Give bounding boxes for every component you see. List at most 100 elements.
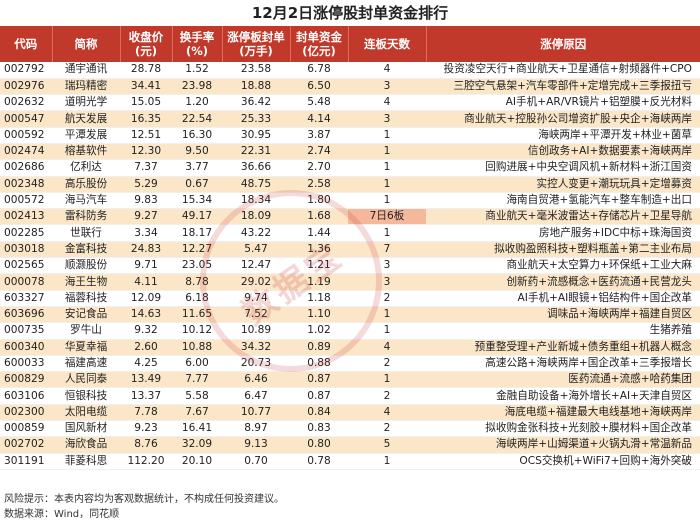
limit-up-reason-cell: 商业航天+毫米波雷达+存储芯片+卫星导航 [426, 208, 700, 226]
consecutive-days-cell: 1 [348, 453, 426, 470]
seal-funds-cell: 0.78 [290, 453, 348, 470]
stock-name-cell: 道明光学 [52, 94, 120, 112]
limit-up-reason-cell: AI手机+AR/VR镜片+铝塑膜+反光材料 [426, 94, 700, 112]
seal-funds-cell: 1.02 [290, 322, 348, 340]
consecutive-days-cell: 3 [348, 110, 426, 128]
stock-name-cell: 顺灏股份 [52, 257, 120, 275]
turnover-rate-cell: 49.17 [172, 208, 222, 226]
turnover-rate-cell: 15.34 [172, 192, 222, 210]
limit-up-reason-cell: 拟收购盈照科技+塑料瓶盖+第二主业布局 [426, 241, 700, 259]
stock-code-cell: 603696 [0, 306, 52, 324]
seal-funds-cell: 1.44 [290, 224, 348, 242]
consecutive-days-cell: 2 [348, 290, 426, 307]
turnover-rate-cell: 23.05 [172, 257, 222, 275]
seal-volume-cell: 8.97 [222, 420, 290, 438]
stock-name-cell: 福蓉科技 [52, 290, 120, 307]
seal-volume-cell: 6.47 [222, 387, 290, 405]
table-row: 600033 福建高速 4.25 6.00 20.73 0.88 2 高速公路+海峡两岸+国企… [0, 355, 700, 373]
seal-funds-cell: 0.89 [290, 339, 348, 356]
close-price-cell: 2.60 [120, 339, 172, 356]
table-row: 002565 顺灏股份 9.71 23.05 12.47 1.21 3 商业航天+太空算力+环… [0, 257, 700, 275]
seal-funds-cell: 0.87 [290, 371, 348, 389]
stock-code-cell: 002632 [0, 94, 52, 112]
consecutive-days-cell: 1 [348, 127, 426, 144]
column-header: 代码 [0, 26, 53, 62]
consecutive-days-cell: 5 [348, 436, 426, 454]
risk-disclaimer: 风险提示：本表内容均为客观数据统计，不构成任何投资建议。 [4, 494, 284, 505]
seal-funds-cell: 1.18 [290, 290, 348, 307]
turnover-rate-cell: 1.52 [172, 62, 222, 79]
column-header: 收盘价 (元) [120, 26, 173, 62]
limit-up-reason-cell: OCS交换机+WiFi7+回购+海外突破 [426, 453, 700, 470]
stock-name-cell: 平潭发展 [52, 127, 120, 144]
table-row: 002413 雷科防务 9.27 49.17 18.09 1.68 7日6板 商业航天+毫米波… [0, 208, 700, 226]
data-source: 数据来源：Wind，同花顺 [4, 509, 120, 520]
seal-volume-cell: 30.95 [222, 127, 290, 144]
close-price-cell: 12.09 [120, 290, 172, 307]
stock-code-cell: 000735 [0, 322, 52, 340]
seal-volume-cell: 22.31 [222, 143, 290, 161]
consecutive-days-cell: 3 [348, 273, 426, 291]
stock-name-cell: 海王生物 [52, 273, 120, 291]
limit-up-reason-cell: 投资凌空天行+商业航天+卫星通信+射频器件+CPO [426, 62, 700, 79]
table-row: 603327 福蓉科技 12.09 6.18 9.74 1.18 2 AI手机+AI眼镜+铝结… [0, 290, 700, 307]
consecutive-days-cell: 1 [348, 192, 426, 210]
close-price-cell: 12.30 [120, 143, 172, 161]
stock-code-cell: 002300 [0, 404, 52, 422]
table-row: 002792 通宇通讯 28.78 1.52 23.58 6.78 4 投资凌空天行+商业航天… [0, 62, 700, 79]
limit-up-reason-cell: 高速公路+海峡两岸+国企改革+三季报增长 [426, 355, 700, 373]
seal-volume-cell: 29.02 [222, 273, 290, 291]
seal-volume-cell: 48.75 [222, 176, 290, 193]
close-price-cell: 9.27 [120, 208, 172, 226]
stock-name-cell: 雷科防务 [52, 208, 120, 226]
limit-up-reason-cell: 海峡两岸+山姆渠道+火锅丸滑+常温新品 [426, 436, 700, 454]
close-price-cell: 28.78 [120, 62, 172, 79]
consecutive-days-cell: 3 [348, 257, 426, 275]
seal-volume-cell: 12.47 [222, 257, 290, 275]
seal-volume-cell: 23.58 [222, 62, 290, 79]
stock-name-cell: 菲菱科思 [52, 453, 120, 470]
column-header: 简称 [52, 26, 121, 62]
turnover-rate-cell: 9.50 [172, 143, 222, 161]
stock-name-cell: 人民同泰 [52, 371, 120, 389]
turnover-rate-cell: 16.41 [172, 420, 222, 438]
close-price-cell: 14.63 [120, 306, 172, 324]
table-row: 600829 人民同泰 13.49 7.77 6.46 0.87 1 医药流通+流感+哈药集团 [0, 371, 700, 389]
stock-table-page: 12月2日涨停股封单资金排行 代码 简称 收盘价 (元) 换手率 (%) 涨停板封单 (… [0, 0, 700, 523]
table-row: 603696 安记食品 14.63 11.65 7.52 1.10 1 调味品+海峡两岸+福建… [0, 306, 700, 324]
seal-volume-cell: 18.88 [222, 78, 290, 96]
seal-funds-cell: 1.80 [290, 192, 348, 210]
stock-name-cell: 罗牛山 [52, 322, 120, 340]
stock-code-cell: 002285 [0, 224, 52, 242]
limit-up-reason-cell: 调味品+海峡两岸+福建自贸区 [426, 306, 700, 324]
close-price-cell: 7.37 [120, 159, 172, 177]
seal-funds-cell: 1.10 [290, 306, 348, 324]
column-header: 涨停原因 [426, 26, 700, 62]
table-header-row: 代码 简称 收盘价 (元) 换手率 (%) 涨停板封单 (万手) 封单资金 (亿元) 连板天… [0, 26, 700, 62]
column-header: 连板天数 [348, 26, 427, 62]
turnover-rate-cell: 32.09 [172, 436, 222, 454]
seal-volume-cell: 36.66 [222, 159, 290, 177]
stock-code-cell: 600340 [0, 339, 52, 356]
table-row: 002348 高乐股份 5.29 0.67 48.75 2.58 1 实控人变更+潮玩玩具+定… [0, 176, 700, 193]
consecutive-days-cell: 1 [348, 159, 426, 177]
close-price-cell: 5.29 [120, 176, 172, 193]
limit-up-reason-cell: 回购进展+中央空调风机+新材料+浙江国资 [426, 159, 700, 177]
limit-up-reason-cell: 创新药+流感概念+医药流通+民营龙头 [426, 273, 700, 291]
seal-volume-cell: 18.09 [222, 208, 290, 226]
seal-funds-cell: 1.21 [290, 257, 348, 275]
stock-code-cell: 000547 [0, 110, 52, 128]
seal-funds-cell: 2.74 [290, 143, 348, 161]
close-price-cell: 9.83 [120, 192, 172, 210]
consecutive-days-cell: 1 [348, 143, 426, 161]
consecutive-days-cell: 2 [348, 420, 426, 438]
seal-funds-cell: 1.68 [290, 208, 348, 226]
stock-name-cell: 海欣食品 [52, 436, 120, 454]
stock-code-cell: 002702 [0, 436, 52, 454]
stock-code-cell: 600829 [0, 371, 52, 389]
limit-up-reason-cell: 实控人变更+潮玩玩具+定增募资 [426, 176, 700, 193]
consecutive-days-cell: 1 [348, 224, 426, 242]
consecutive-days-cell: 2 [348, 387, 426, 405]
close-price-cell: 16.35 [120, 110, 172, 128]
seal-volume-cell: 18.34 [222, 192, 290, 210]
